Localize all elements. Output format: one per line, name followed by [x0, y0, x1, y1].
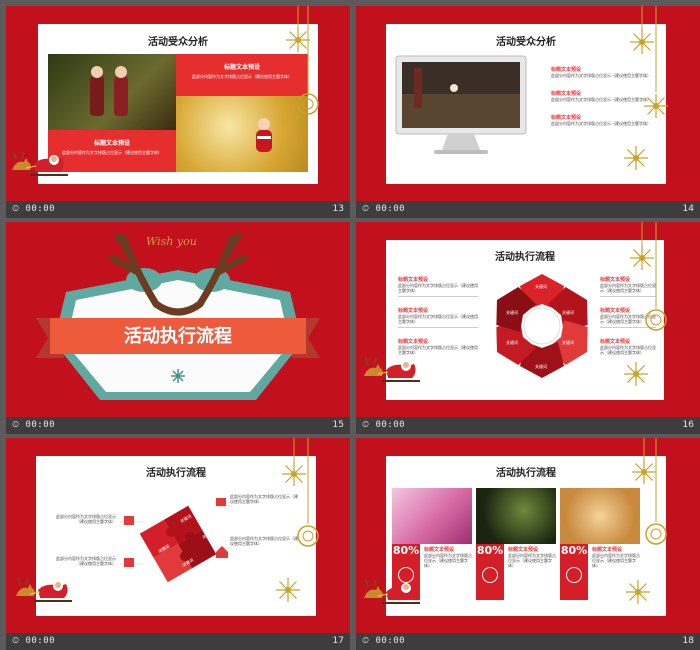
slide-number: 13: [332, 204, 344, 214]
slide-thumbnail-17[interactable]: 活动执行流程 此部分内容作为文字排版占位显示（建议使用主题字体） 此部分内容作为…: [6, 438, 350, 650]
decorations: [363, 438, 667, 605]
slide-thumbnail-14[interactable]: 活动受众分析 标题文本预设 此部分内容作为文字排版占位显示（建议使用主题字体） …: [356, 6, 700, 218]
timing: ⏲ 00:00: [12, 420, 56, 430]
slide-footer: ⏲ 00:00 17: [6, 633, 350, 650]
slide-canvas: 活动受众分析 标题文本预设 此部分内容作为文字排版占位显示（建议使用主题字体） …: [356, 6, 700, 201]
snowflake-icon: [275, 577, 301, 603]
slide-canvas: 活动执行流程 80% 标题文本预设 此部分内容作为文字排版占位显示（建议使用主题…: [356, 438, 700, 633]
slide-number: 18: [682, 636, 694, 646]
slide-number: 14: [682, 204, 694, 214]
snowflake-icon: [623, 145, 649, 171]
timing: ⏲ 00:00: [12, 636, 56, 646]
timing: ⏲ 00:00: [362, 420, 406, 430]
snowflake-icon: [629, 29, 655, 55]
slide-canvas: Wish you 活动执行流程: [6, 222, 350, 417]
slide-thumbnail-18[interactable]: 活动执行流程 80% 标题文本预设 此部分内容作为文字排版占位显示（建议使用主题…: [356, 438, 700, 650]
decorations: [15, 438, 319, 603]
snowflake-icon: [623, 361, 649, 387]
decorations: [363, 222, 667, 387]
sleigh-icon: [363, 357, 421, 382]
slide-canvas: 活动执行流程 此部分内容作为文字排版占位显示（建议使用主题字体） 此部分内容作为…: [6, 438, 350, 633]
slide-number: 16: [682, 420, 694, 430]
snowflake-icon: [643, 93, 669, 119]
snowflake-icon: [629, 245, 655, 271]
slide-footer: ⏲ 00:00 16: [356, 417, 700, 434]
snowflake-icon: [171, 369, 185, 383]
slide-footer: ⏲ 00:00 18: [356, 633, 700, 650]
wreath-icon: [297, 525, 319, 547]
slide-canvas: 活动执行流程 标题文本预设 此部分内容作为文字排版占位显示（建议使用主题字体） …: [356, 222, 700, 417]
section-cover-art: [36, 232, 320, 400]
snowflake-icon: [631, 459, 657, 485]
slide-footer: ⏲ 00:00 15: [6, 417, 350, 434]
timing: ⏲ 00:00: [362, 636, 406, 646]
timing: ⏲ 00:00: [362, 204, 406, 214]
decorations: [623, 6, 669, 171]
slide-footer: ⏲ 00:00 14: [356, 201, 700, 218]
snowflake-icon: [625, 579, 651, 605]
sleigh-icon: [363, 579, 421, 604]
slide-number: 17: [332, 636, 344, 646]
slide-thumbnail-15[interactable]: Wish you 活动执行流程 ⏲ 00:00 15: [6, 222, 350, 434]
snowflake-icon: [281, 461, 307, 487]
slide-footer: ⏲ 00:00 13: [6, 201, 350, 218]
decorations: [11, 6, 319, 176]
timing: ⏲ 00:00: [12, 204, 56, 214]
slide-number: 15: [332, 420, 344, 430]
snowflake-icon: [285, 27, 311, 53]
section-title: 活动执行流程: [124, 326, 232, 347]
slide-thumbnail-16[interactable]: 活动执行流程 标题文本预设 此部分内容作为文字排版占位显示（建议使用主题字体） …: [356, 222, 700, 434]
wish-text: Wish you: [146, 235, 197, 248]
wreath-icon: [645, 309, 667, 331]
wreath-icon: [645, 523, 667, 545]
wreath-icon: [297, 93, 319, 115]
sleigh-icon: [11, 151, 69, 176]
slide-canvas: 活动受众分析 标题文本预设 此部分内容作为文字排版占位显示（建议使用主题字体） …: [6, 6, 350, 201]
sleigh-icon: [15, 577, 73, 602]
slide-thumbnail-13[interactable]: 活动受众分析 标题文本预设 此部分内容作为文字排版占位显示（建议使用主题字体） …: [6, 6, 350, 218]
